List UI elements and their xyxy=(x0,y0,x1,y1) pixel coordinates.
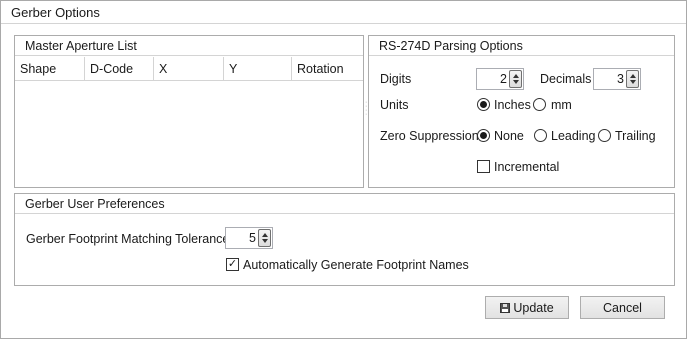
units-inches-label[interactable]: Inches xyxy=(494,98,531,112)
decimals-spin-buttons[interactable] xyxy=(626,70,639,88)
tolerance-spin-buttons[interactable] xyxy=(258,229,271,247)
window-title: Gerber Options xyxy=(1,1,686,24)
auto-names-label[interactable]: Automatically Generate Footprint Names xyxy=(243,258,469,272)
decimals-spinner[interactable]: 3 xyxy=(593,68,641,90)
update-button-label: Update xyxy=(513,301,554,315)
digits-spin-buttons[interactable] xyxy=(509,70,522,88)
column-header-shape[interactable]: Shape xyxy=(15,57,85,81)
units-mm-label[interactable]: mm xyxy=(551,98,572,112)
decimals-label: Decimals xyxy=(540,72,592,86)
update-button[interactable]: Update xyxy=(485,296,569,319)
tolerance-value: 5 xyxy=(249,231,256,245)
zero-trailing-radio[interactable] xyxy=(598,129,611,142)
auto-names-checkbox[interactable]: ✓ xyxy=(226,258,239,271)
chevron-down-icon xyxy=(262,239,268,243)
tolerance-label: Gerber Footprint Matching Tolerance xyxy=(26,232,230,246)
incremental-checkbox[interactable] xyxy=(477,160,490,173)
column-header-x[interactable]: X xyxy=(154,57,224,81)
incremental-label[interactable]: Incremental xyxy=(494,160,559,174)
chevron-up-icon xyxy=(630,74,636,78)
zero-none-label[interactable]: None xyxy=(494,129,524,143)
zero-leading-radio[interactable] xyxy=(534,129,547,142)
master-aperture-header: Master Aperture List xyxy=(15,36,363,56)
units-label: Units xyxy=(380,98,409,112)
units-mm-radio[interactable] xyxy=(533,98,546,111)
column-header-rotation[interactable]: Rotation xyxy=(292,57,363,81)
rs274d-header: RS-274D Parsing Options xyxy=(369,36,674,56)
zero-leading-label[interactable]: Leading xyxy=(551,129,596,143)
rs274d-group: RS-274D Parsing Options Digits 2 Decimal… xyxy=(368,35,675,188)
chevron-down-icon xyxy=(513,80,519,84)
digits-label: Digits xyxy=(380,72,412,86)
zero-suppression-label: Zero Suppression xyxy=(380,129,479,143)
digits-value: 2 xyxy=(500,72,507,86)
user-preferences-header: Gerber User Preferences xyxy=(15,194,674,214)
aperture-grid-header: Shape D-Code X Y Rotation xyxy=(15,57,363,81)
zero-trailing-label[interactable]: Trailing xyxy=(615,129,656,143)
master-aperture-group: Master Aperture List Shape D-Code X Y Ro… xyxy=(14,35,364,188)
decimals-value: 3 xyxy=(617,72,624,86)
user-preferences-group: Gerber User Preferences Gerber Footprint… xyxy=(14,193,675,286)
units-inches-radio[interactable] xyxy=(477,98,490,111)
cancel-button[interactable]: Cancel xyxy=(580,296,665,319)
chevron-up-icon xyxy=(262,233,268,237)
column-header-dcode[interactable]: D-Code xyxy=(85,57,154,81)
chevron-up-icon xyxy=(513,74,519,78)
aperture-list-body[interactable] xyxy=(15,82,363,187)
gerber-options-window: Gerber Options Master Aperture List Shap… xyxy=(0,0,687,339)
zero-none-radio[interactable] xyxy=(477,129,490,142)
digits-spinner[interactable]: 2 xyxy=(476,68,524,90)
save-icon xyxy=(500,303,511,313)
chevron-down-icon xyxy=(630,80,636,84)
tolerance-spinner[interactable]: 5 xyxy=(225,227,273,249)
column-header-y[interactable]: Y xyxy=(224,57,292,81)
